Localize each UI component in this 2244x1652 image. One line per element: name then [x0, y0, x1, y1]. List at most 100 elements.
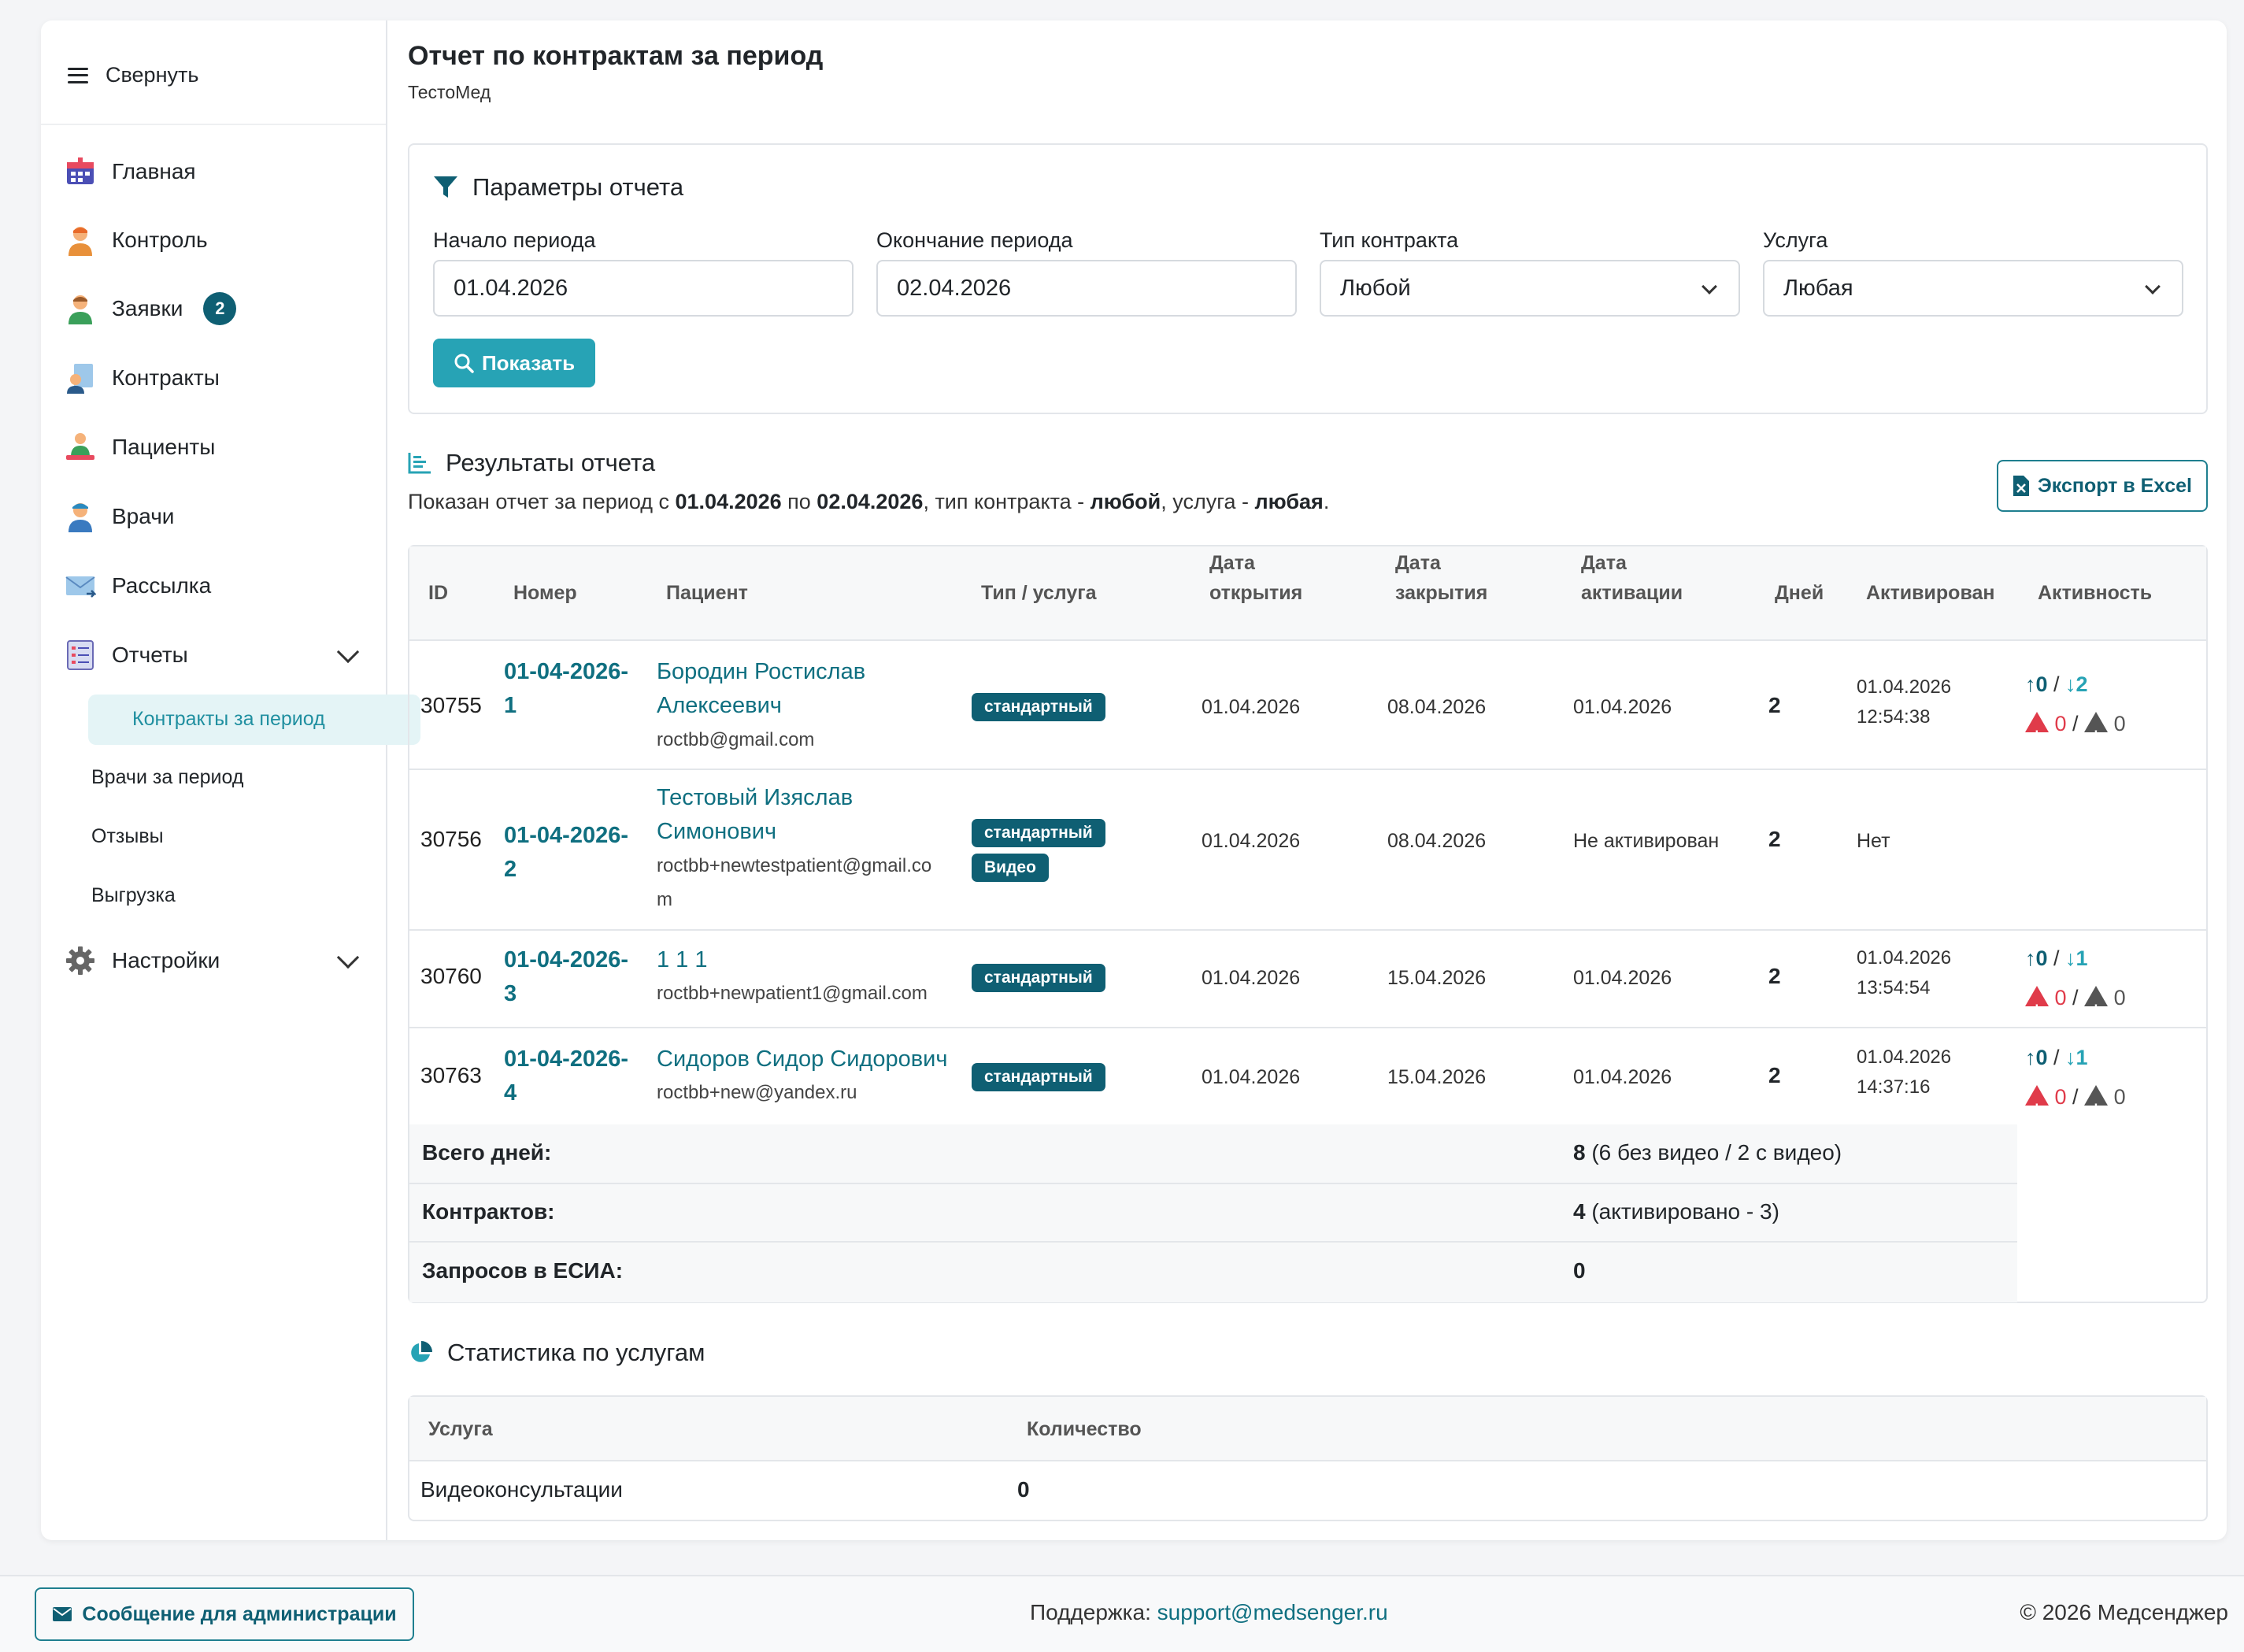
patient-name-link[interactable]: Сидоров Сидор Сидорович [657, 1043, 947, 1076]
arrow-up-icon: ↑ [2025, 672, 2036, 696]
col-activity: Активность [2038, 582, 2153, 604]
col-activation: Дата активации [1581, 548, 1683, 608]
sub-item-export[interactable]: Выгрузка [91, 884, 176, 907]
desc-text: Показан отчет за период с [408, 490, 676, 513]
patient-email: roctbb+newpatient1@gmail.com [657, 983, 928, 1004]
params-header: Параметры отчета [433, 173, 683, 202]
sidebar-item-label: Настройки [112, 948, 220, 972]
contract-number-part: 1 [504, 693, 517, 718]
sidebar-item-control[interactable]: Контроль [65, 223, 208, 257]
activation-date: 01.04.2026 [1573, 967, 1672, 989]
summary-value-bold: 4 [1573, 1199, 1586, 1224]
contract-number-link[interactable]: 01-04-2026- 4 [504, 1043, 628, 1110]
tag-standard: стандартный [972, 693, 1105, 721]
show-button[interactable]: Показать [433, 339, 595, 387]
tag-standard: стандартный [972, 1063, 1105, 1091]
row-id: 30760 [420, 964, 482, 988]
service-select[interactable]: Любая [1763, 260, 2183, 317]
requests-count-badge: 2 [203, 292, 237, 325]
col-activation-line1: Дата [1581, 552, 1627, 574]
close-date: 15.04.2026 [1387, 1066, 1487, 1088]
chevron-down-icon[interactable] [336, 640, 360, 664]
sidebar-item-patients[interactable]: Пациенты [65, 430, 215, 465]
days-count: 2 [1768, 827, 1781, 851]
arrow-down-icon: ↓ [2065, 1046, 2076, 1069]
desc-text: по [781, 490, 817, 513]
export-label: Экспорт в Excel [2037, 474, 2193, 497]
activity-warn-red: 0 [2054, 1085, 2067, 1109]
contract-type-select[interactable]: Любой [1320, 260, 1740, 317]
col-count: Количество [1027, 1418, 1142, 1440]
contract-number-part: 01-04-2026- [504, 659, 628, 684]
chevron-down-icon[interactable] [336, 946, 360, 969]
col-id: ID [428, 582, 448, 604]
sidebar-item-requests[interactable]: Заявки 2 [65, 291, 237, 326]
end-date-input[interactable]: 02.04.2026 [876, 260, 1297, 317]
sub-item-contracts-period[interactable]: Контракты за период [88, 695, 420, 745]
collapse-label: Свернуть [106, 63, 199, 87]
arrow-down-icon: ↓ [2065, 946, 2076, 970]
activity-warn-gray: 0 [2113, 1085, 2126, 1109]
excel-file-icon [2013, 476, 2029, 496]
admin-button-label: Сообщение для администрации [82, 1602, 397, 1625]
patient-name-part: Симонович [657, 819, 777, 844]
sidebar-item-home[interactable]: Главная [65, 154, 196, 189]
patient-name-link[interactable]: Бородин Ростислав Алексеевич [657, 655, 865, 723]
row-id: 30755 [420, 693, 482, 717]
days-count: 2 [1768, 1063, 1781, 1087]
contract-number-part: 01-04-2026- [504, 947, 628, 972]
chevron-down-icon [2145, 279, 2161, 294]
service-label: Услуга [1763, 228, 1828, 252]
contract-number-link[interactable]: 01-04-2026- 2 [504, 819, 628, 887]
sidebar: Свернуть Главная Контроль Заявки 2 Контр… [41, 20, 420, 1540]
report-params-panel: Параметры отчета Начало периода 01.04.20… [408, 143, 2208, 414]
gear-icon [66, 946, 94, 975]
footer: Сообщение для администрации Поддержка: s… [0, 1575, 2244, 1652]
close-date: 08.04.2026 [1387, 696, 1487, 718]
col-service: Услуга [428, 1418, 493, 1440]
hamburger-icon [68, 67, 88, 83]
col-activated: Активирован [1866, 582, 1995, 604]
activated-at: Нет [1857, 830, 1890, 852]
patient-email: roctbb@gmail.com [657, 729, 815, 750]
start-date-value: 01.04.2026 [454, 275, 568, 301]
col-days: Дней [1775, 582, 1824, 604]
sidebar-item-doctors[interactable]: Врачи [65, 499, 174, 534]
activity-down: 2 [2076, 672, 2088, 696]
patient-email: roctbb+new@yandex.ru [657, 1082, 857, 1103]
contract-number-link[interactable]: 01-04-2026- 3 [504, 943, 628, 1011]
admin-message-button[interactable]: Сообщение для администрации [35, 1587, 414, 1641]
person-green-icon [69, 295, 92, 324]
contract-number-link[interactable]: 01-04-2026- 1 [504, 655, 628, 723]
summary-contracts-value: 4 (активировано - 3) [1573, 1199, 1779, 1224]
sub-item-doctors-period[interactable]: Врачи за период [91, 766, 243, 789]
activation-date: 01.04.2026 [1573, 1066, 1672, 1088]
results-title: Результаты отчета [446, 449, 656, 476]
activity-up: 0 [2035, 946, 2048, 970]
activated-at: 01.04.2026 14:37:16 [1857, 1043, 1951, 1102]
desc-type: любой [1090, 490, 1161, 513]
sub-item-reviews[interactable]: Отзывы [91, 825, 164, 848]
patient-name-link[interactable]: Тестовый Изяслав Симонович [657, 781, 853, 849]
export-excel-button[interactable]: Экспорт в Excel [1997, 460, 2208, 512]
activity-warn-gray: 0 [2113, 712, 2126, 735]
sidebar-item-label: Главная [112, 159, 196, 183]
sidebar-item-mailing[interactable]: Рассылка [65, 569, 211, 603]
grid-calendar-icon [67, 157, 94, 184]
desc-text: , тип контракта - [923, 490, 1091, 513]
patient-name-link[interactable]: 1 1 1 [657, 943, 708, 977]
stats-title: Статистика по услугам [447, 1339, 705, 1366]
search-icon [454, 354, 474, 373]
summary-value-rest: (активировано - 3) [1585, 1199, 1779, 1224]
days-count: 2 [1768, 693, 1781, 717]
sidebar-item-label: Заявки [112, 296, 183, 320]
activity-stats: ↑0 / ↓1 0 / 0 [2025, 939, 2126, 1029]
collapse-button[interactable]: Свернуть [68, 63, 198, 87]
sidebar-item-reports[interactable]: Отчеты [65, 638, 188, 672]
envelope-icon [53, 1607, 72, 1621]
sidebar-item-settings[interactable]: Настройки [65, 943, 220, 978]
start-date-input[interactable]: 01.04.2026 [433, 260, 854, 317]
support-email-link[interactable]: support@medsenger.ru [1157, 1600, 1388, 1624]
patient-email: roctbb+newtestpatient@gmail.co m [657, 849, 931, 917]
sidebar-item-contracts[interactable]: Контракты [65, 361, 220, 395]
